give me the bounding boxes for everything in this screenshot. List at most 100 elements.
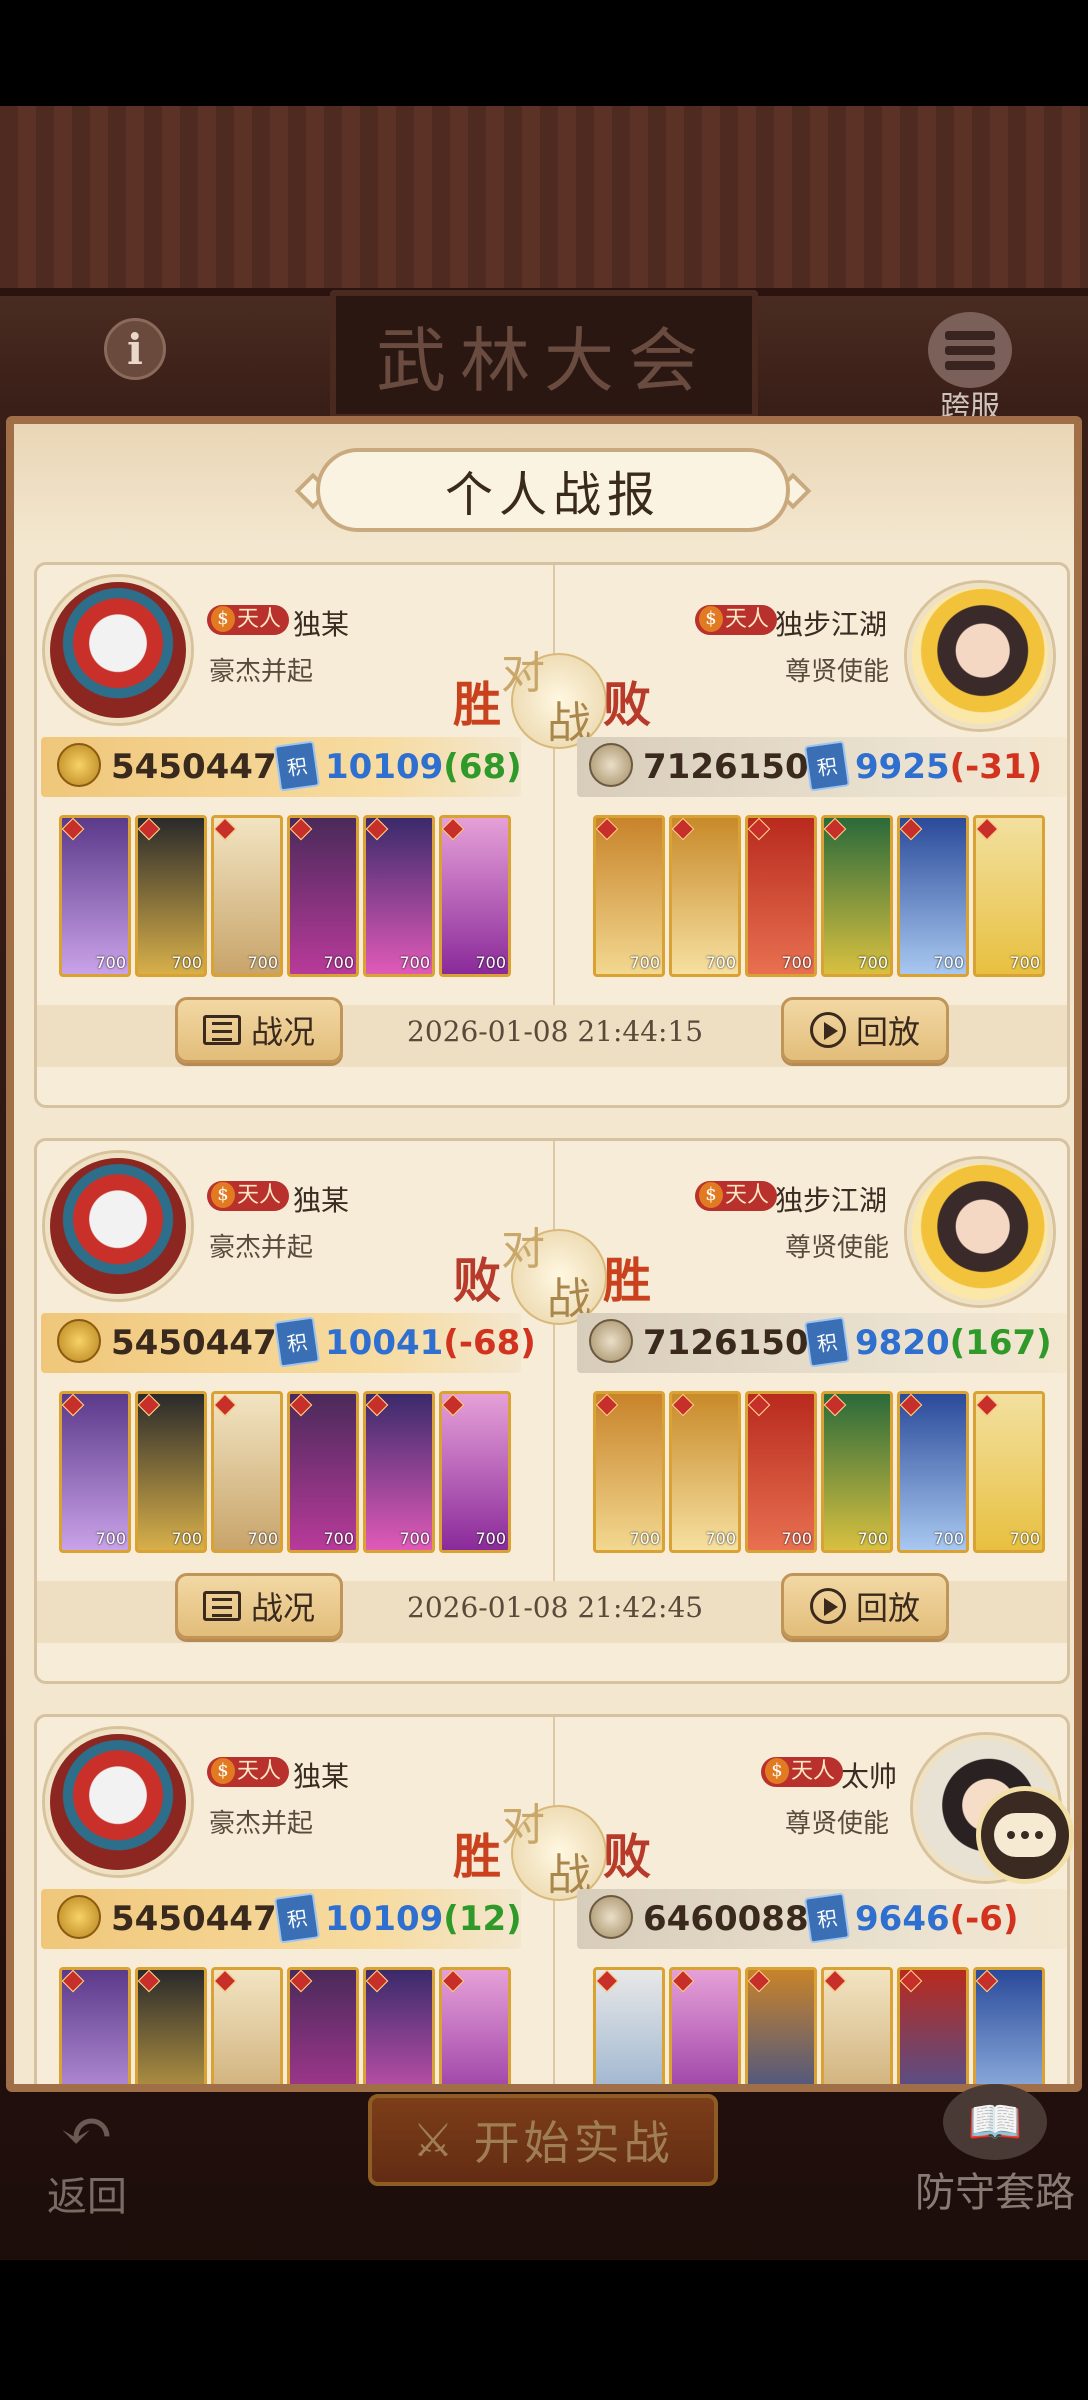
opponent-title: 尊贤使能 (785, 1809, 890, 1839)
player-name: 独某 (293, 1184, 350, 1217)
opponent-title: 尊贤使能 (785, 1233, 890, 1263)
chat-button[interactable] (976, 1786, 1074, 1884)
player-avatar[interactable] (45, 1153, 191, 1299)
play-icon (809, 1588, 846, 1624)
hero-card[interactable] (593, 1967, 665, 2084)
power-coin-icon (589, 1895, 633, 1939)
battle-report-list[interactable]: 天人 独某 豪杰并起 对 战 胜 败 独步江湖 天人 尊贤使能 5450447 … (14, 552, 1074, 2084)
hero-card[interactable]: 700 (593, 1391, 665, 1553)
info-icon[interactable]: i (104, 318, 166, 380)
player-title: 豪杰并起 (209, 1809, 314, 1839)
hero-level: 700 (781, 1529, 812, 1548)
player-stats: 5450447 积 10109(12) (41, 1889, 522, 1949)
hero-card[interactable]: 700 (363, 1391, 435, 1553)
opponent-power: 7126150 (643, 747, 809, 787)
opponent-score-delta: (-31) (949, 747, 1043, 787)
hero-card[interactable]: 700 (973, 815, 1045, 977)
left-result: 胜 (453, 677, 502, 733)
player-score-delta: (-68) (443, 1323, 536, 1363)
hero-card[interactable] (287, 1967, 359, 2084)
hero-card[interactable]: 700 (821, 1391, 893, 1553)
hero-card[interactable]: 700 (973, 1391, 1045, 1553)
hero-card[interactable]: 700 (59, 1391, 131, 1553)
start-battle-button[interactable]: ⚔ 开始实战 (368, 2094, 718, 2186)
hero-card[interactable]: 700 (745, 815, 817, 977)
status-bar (0, 0, 1088, 106)
hero-card[interactable]: 700 (439, 815, 511, 977)
hero-card[interactable]: 700 (897, 1391, 969, 1553)
hero-level: 700 (1009, 1529, 1040, 1548)
hero-card[interactable]: 700 (745, 1391, 817, 1553)
hero-card[interactable] (821, 1967, 893, 2084)
defense-setup-button[interactable]: 📖 防守套路 (904, 2084, 1086, 2220)
hero-card-gem (824, 818, 847, 841)
hero-card[interactable] (59, 1967, 131, 2084)
opponent-avatar[interactable] (907, 583, 1053, 729)
hero-card[interactable]: 700 (363, 815, 435, 977)
player-power: 5450447 (111, 1323, 277, 1363)
replay-label: 回放 (855, 1013, 920, 1051)
power-coin-icon (57, 1319, 101, 1363)
hero-card[interactable]: 700 (669, 815, 741, 977)
hero-card[interactable]: 700 (821, 815, 893, 977)
hero-level: 700 (857, 1529, 888, 1548)
hero-card[interactable] (669, 1967, 741, 2084)
player-avatar[interactable] (45, 577, 191, 723)
defense-setup-label: 防守套路 (915, 2170, 1075, 2216)
hero-card[interactable] (973, 1967, 1045, 2084)
hero-card[interactable]: 700 (211, 1391, 283, 1553)
hero-card[interactable] (135, 1967, 207, 2084)
hero-card[interactable]: 700 (135, 815, 207, 977)
cross-server-button[interactable]: 跨服 (924, 312, 1016, 425)
opponent-score-delta: (167) (949, 1323, 1052, 1363)
right-result: 败 (603, 677, 652, 733)
hero-level: 700 (1009, 953, 1040, 972)
player-score-delta: (68) (443, 747, 522, 787)
hero-card[interactable] (211, 1967, 283, 2084)
hero-card[interactable]: 700 (669, 1391, 741, 1553)
opponent-score: 9820 (855, 1323, 950, 1363)
hero-card-gem (442, 1970, 465, 1993)
hero-card-gem (672, 1970, 695, 1993)
battle-report-panel: 个人战报 天人 独某 豪杰并起 对 战 胜 败 独步江湖 天人 尊贤使能 545… (6, 416, 1082, 2092)
hero-card[interactable] (745, 1967, 817, 2084)
hero-card[interactable]: 700 (287, 815, 359, 977)
player-avatar[interactable] (45, 1729, 191, 1875)
hero-card-gem (62, 818, 85, 841)
hero-card[interactable]: 700 (287, 1391, 359, 1553)
hero-level: 700 (933, 953, 964, 972)
opponent-score-delta: (-6) (949, 1899, 1019, 1939)
player-name: 独某 (293, 608, 350, 641)
hero-level: 700 (629, 953, 660, 972)
replay-button[interactable]: 回放 (781, 1573, 949, 1639)
hero-card[interactable] (897, 1967, 969, 2084)
hero-card[interactable]: 700 (135, 1391, 207, 1553)
battle-detail-button[interactable]: 战况 (175, 1573, 343, 1639)
player-score: 10041 (325, 1323, 444, 1363)
hero-card[interactable]: 700 (593, 815, 665, 977)
list-icon (202, 1015, 241, 1045)
replay-button[interactable]: 回放 (781, 997, 949, 1063)
rank-badge: 天人 (761, 1757, 844, 1787)
power-coin-icon (589, 743, 633, 787)
battle-card: 天人 独某 豪杰并起 对 战 胜 败 独步江湖 天人 尊贤使能 5450447 … (34, 562, 1070, 1108)
hero-card[interactable]: 700 (59, 815, 131, 977)
back-button[interactable]: ↶ 返回 (32, 2100, 142, 2220)
hero-card[interactable]: 700 (439, 1391, 511, 1553)
hero-card[interactable] (363, 1967, 435, 2084)
hero-card[interactable]: 700 (211, 815, 283, 977)
player-hero-lineup (59, 1967, 511, 2084)
hero-level: 700 (705, 953, 736, 972)
hero-card-gem (900, 818, 923, 841)
score-badge-icon: 积 (273, 1316, 321, 1368)
hero-card[interactable]: 700 (897, 815, 969, 977)
hero-card[interactable] (439, 1967, 511, 2084)
player-score-delta: (12) (443, 1899, 522, 1939)
hero-level: 700 (95, 1529, 126, 1548)
player-hero-lineup: 700 700 700 700 700 700 (59, 1391, 511, 1553)
battle-card: 天人 独某 豪杰并起 对 战 败 胜 独步江湖 天人 尊贤使能 5450447 … (34, 1138, 1070, 1684)
hero-level: 700 (705, 1529, 736, 1548)
opponent-avatar[interactable] (907, 1159, 1053, 1305)
battle-detail-button[interactable]: 战况 (175, 997, 343, 1063)
list-icon (202, 1591, 241, 1621)
